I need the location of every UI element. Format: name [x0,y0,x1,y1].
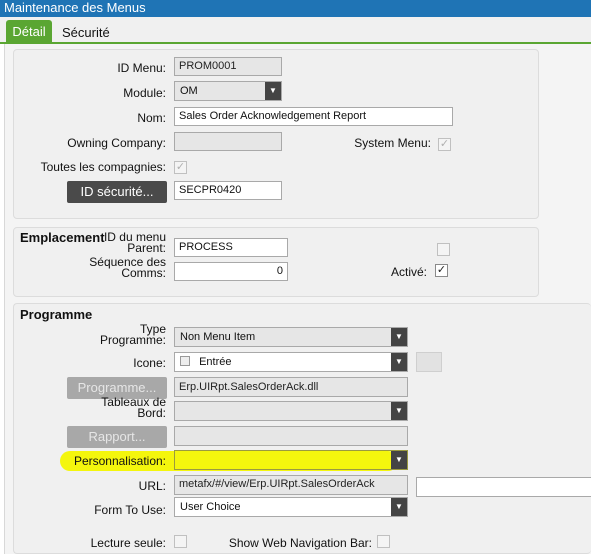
form-to-use-value: User Choice [180,501,241,513]
rapport-button[interactable]: Rapport... [67,426,167,448]
chevron-down-icon[interactable]: ▼ [391,328,407,346]
id-parent-field[interactable]: PROCESS [174,238,288,257]
owning-company-label: Owning Company: [67,136,166,150]
chevron-down-icon[interactable]: ▼ [265,82,281,100]
form-to-use-label: Form To Use: [94,503,166,517]
active-label: Activé: [390,265,427,279]
sequence-field[interactable]: 0 [174,262,288,281]
url-label: URL: [138,479,166,493]
chevron-down-icon[interactable]: ▼ [391,402,407,420]
nom-field[interactable]: Sales Order Acknowledgement Report [174,107,453,126]
icon-preview [416,352,442,372]
show-web-nav-checkbox[interactable] [377,535,390,548]
module-label: Module: [123,86,166,100]
programme-button[interactable]: Programme... [67,377,167,399]
tab-securite[interactable]: Sécurité [62,20,110,44]
icone-label: Icone: [133,356,166,370]
tab-detail[interactable]: Détail [6,20,52,44]
nom-label: Nom: [137,111,166,125]
chevron-down-icon[interactable]: ▼ [391,451,407,469]
programme-title: Programme [20,307,93,322]
system-menu-label: System Menu: [354,136,431,150]
id-parent-label: ID du menu Parent: [100,232,166,256]
chevron-down-icon[interactable]: ▼ [391,498,407,516]
url-extra-field[interactable] [416,477,591,497]
url-field: metafx/#/view/Erp.UIRpt.SalesOrderAck [174,475,408,495]
toutes-compagnies-label: Toutes les compagnies: [40,160,166,174]
type-programme-value: Non Menu Item [180,331,256,343]
sequence-label-line2: Comms: [121,266,166,280]
personnalisation-select[interactable]: ▼ [174,450,408,470]
unlabeled-checkbox[interactable] [437,243,450,256]
id-menu-field: PROM0001 [174,57,282,76]
id-securite-button[interactable]: ID sécurité... [67,181,167,203]
show-web-nav-label: Show Web Navigation Bar: [228,536,372,550]
icone-select[interactable]: Entrée ▼ [174,352,408,372]
emplacement-title: Emplacement [20,230,105,245]
window-title-bar: Maintenance des Menus [0,0,591,17]
type-label-line2: Programme: [99,333,166,347]
id-parent-label-line2: Parent: [127,241,166,255]
lecture-seule-checkbox[interactable] [174,535,187,548]
tableaux-select[interactable]: ▼ [174,401,408,421]
module-select[interactable]: OM ▼ [174,81,282,101]
image-icon [180,356,190,366]
form-to-use-select[interactable]: User Choice ▼ [174,497,408,517]
window-title: Maintenance des Menus [4,0,146,15]
rapport-field [174,426,408,446]
chevron-down-icon[interactable]: ▼ [391,353,407,371]
type-programme-select[interactable]: Non Menu Item ▼ [174,327,408,347]
lecture-seule-label: Lecture seule: [90,536,166,550]
active-checkbox[interactable]: ✓ [435,264,448,277]
icone-value: Entrée [199,356,232,368]
type-programme-label: Type Programme: [70,324,166,348]
id-menu-label: ID Menu: [117,61,166,75]
toutes-compagnies-checkbox[interactable]: ✓ [174,161,187,174]
tableaux-label: Tableaux de Bord: [70,397,166,421]
programme-field: Erp.UIRpt.SalesOrderAck.dll [174,377,408,397]
id-securite-field[interactable]: SECPR0420 [174,181,282,200]
owning-company-field [174,132,282,151]
sequence-label: Séquence des Comms: [70,257,166,281]
module-value: OM [180,85,198,97]
personnalisation-label: Personnalisation: [73,454,166,468]
system-menu-checkbox[interactable]: ✓ [438,138,451,151]
tableaux-label-line2: Bord: [137,406,166,420]
